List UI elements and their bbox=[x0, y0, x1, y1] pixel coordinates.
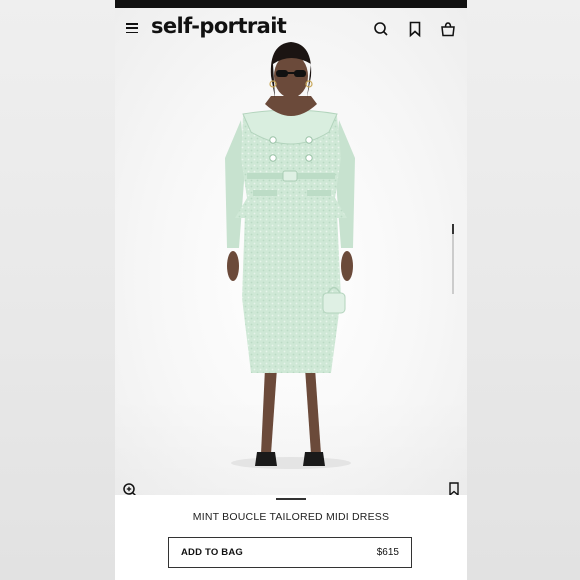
search-icon[interactable] bbox=[372, 20, 390, 38]
add-to-bag-label: ADD TO BAG bbox=[181, 547, 243, 558]
brand-logo[interactable]: self-portrait bbox=[151, 14, 287, 38]
bookmark-icon[interactable] bbox=[406, 20, 424, 38]
price-label: $615 bbox=[376, 547, 399, 558]
hamburger-menu-icon[interactable] bbox=[126, 23, 138, 35]
add-to-bag-button[interactable]: ADD TO BAG $615 bbox=[168, 537, 412, 568]
product-image[interactable] bbox=[115, 8, 467, 498]
site-header: self-portrait bbox=[115, 8, 467, 52]
shopping-bag-icon[interactable] bbox=[439, 20, 457, 38]
model-figure bbox=[225, 42, 355, 469]
blurred-background-left bbox=[0, 0, 115, 580]
drawer-handle[interactable] bbox=[276, 498, 306, 500]
product-title: MINT BOUCLE TAILORED MIDI DRESS bbox=[192, 511, 390, 523]
gallery-scrollbar[interactable] bbox=[452, 224, 454, 294]
gallery-scroll-thumb[interactable] bbox=[452, 224, 454, 234]
product-info-panel: MINT BOUCLE TAILORED MIDI DRESS ADD TO B… bbox=[115, 495, 467, 580]
mobile-screen: self-portrait MINT BOUCLE TAILORED MIDI … bbox=[115, 0, 467, 580]
status-bar bbox=[115, 0, 467, 8]
save-image-bookmark-icon[interactable] bbox=[448, 482, 460, 496]
blurred-background-right bbox=[465, 0, 580, 580]
